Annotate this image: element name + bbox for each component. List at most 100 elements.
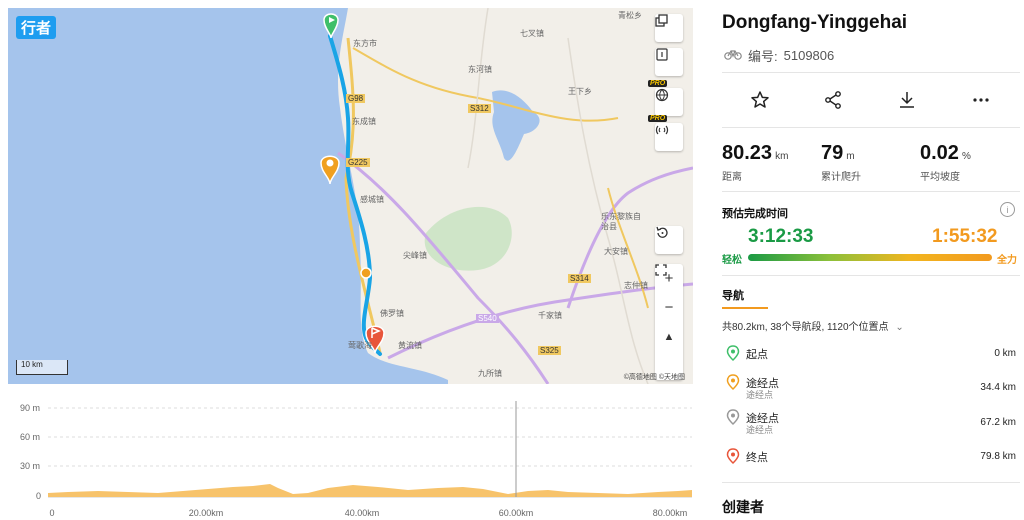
waypoint-sub: 途经点	[746, 390, 774, 400]
star-icon[interactable]	[748, 89, 772, 111]
divider	[722, 482, 1020, 483]
place-label: 佛罗镇	[380, 309, 404, 318]
signal-icon[interactable]	[655, 123, 683, 151]
layers-icon[interactable]	[655, 14, 683, 42]
route-detail-panel: Dongfang-Yinggehai 编号: 5109806 80.23 km 距…	[722, 0, 1024, 520]
full-time: 1:55:32	[932, 226, 998, 247]
nav-tab-indicator	[722, 307, 768, 309]
place-label: 王下乡	[568, 87, 592, 96]
place-label: 千家镇	[538, 311, 562, 320]
full-label: 全力	[997, 255, 1017, 266]
x-axis-label: 20.00km	[188, 508, 224, 518]
stat-grade: 0.02% 平均坡度	[920, 142, 971, 183]
end-pin-icon	[726, 448, 740, 465]
waypoint-row[interactable]: 途经点 途经点 67.2 km	[722, 409, 1020, 438]
info-icon[interactable]: i	[1000, 202, 1015, 217]
place-label: 乐东黎族自治县	[601, 212, 641, 231]
waypoint-row[interactable]: 起点 0 km	[722, 345, 1020, 374]
elevation-canvas	[48, 401, 692, 498]
waypoint-distance: 0 km	[994, 348, 1016, 359]
download-icon[interactable]	[895, 89, 919, 111]
place-label: 黄流镇	[398, 341, 422, 350]
place-label: 大安镇	[604, 247, 628, 256]
road-label: G98	[346, 94, 366, 103]
waypoint-distance: 79.8 km	[980, 451, 1016, 462]
nav-summary[interactable]: 共80.2km, 38个导航段, 1120个位置点 ⌄	[722, 318, 904, 333]
stat-climb: 79 m 累计爬升	[821, 142, 861, 183]
place-label: 感城镇	[360, 195, 384, 204]
road-label: G225	[346, 158, 370, 167]
creator-title: 创建者	[722, 499, 764, 515]
place-label: 莺歌海	[348, 341, 372, 350]
nav-title: 导航	[722, 290, 744, 302]
effort-gradient-bar	[748, 254, 992, 261]
pro-badge: PRO	[648, 115, 668, 122]
zoom-out-button[interactable]: −	[655, 293, 683, 322]
divider	[722, 191, 1020, 192]
route-id-label: 编号:	[748, 49, 778, 64]
stat-unit: km	[775, 151, 789, 162]
stat-distance: 80.23 km 距离	[722, 142, 788, 183]
place-label: 东成镇	[352, 117, 376, 126]
x-axis-label: 80.00km	[652, 508, 688, 518]
waypoint-row[interactable]: 终点 79.8 km	[722, 448, 1020, 477]
waypoint-pin-icon	[726, 374, 740, 391]
waypoint-distance: 67.2 km	[980, 417, 1016, 428]
road-label: S314	[568, 274, 591, 283]
waypoint-name: 起点	[746, 349, 768, 361]
x-axis-label: 60.00km	[498, 508, 534, 518]
stat-value: 0.02	[920, 142, 959, 164]
y-axis-label: 0	[36, 491, 42, 501]
stat-value: 80.23	[722, 142, 773, 164]
bike-icon	[724, 48, 742, 63]
app-logo: 行者	[16, 16, 57, 39]
route-id-value: 5109806	[783, 48, 835, 63]
y-axis-label: 30 m	[20, 461, 41, 471]
zoom-controls: + − ▲	[655, 264, 683, 380]
road-label: S325	[538, 346, 561, 355]
place-label: 东河镇	[468, 65, 492, 74]
estimate-title: 预估完成时间	[722, 208, 788, 220]
waypoint-sub: 途经点	[746, 425, 774, 435]
road-label: S312	[468, 104, 491, 113]
stat-label: 累计爬升	[821, 172, 861, 183]
compass-icon[interactable]: ▲	[655, 322, 683, 351]
route-id: 编号: 5109806	[724, 46, 834, 65]
easy-label: 轻松	[722, 255, 742, 266]
waypoint-name: 终点	[746, 452, 768, 464]
action-bar	[722, 72, 1020, 128]
x-axis-label: 0	[49, 508, 55, 518]
start-pin-icon	[726, 345, 740, 362]
waypoint-pin-icon	[726, 409, 740, 426]
divider	[722, 275, 1020, 276]
map-attribution: ©高德地图 ©天地图	[623, 374, 685, 381]
stat-value: 79	[821, 142, 844, 164]
nav-summary-text: 共80.2km, 38个导航段, 1120个位置点	[722, 322, 889, 333]
waypoint-distance: 34.4 km	[980, 382, 1016, 393]
stat-label: 距离	[722, 172, 742, 183]
globe-icon[interactable]	[655, 88, 683, 116]
x-axis-label: 40.00km	[344, 508, 380, 518]
route-title: Dongfang-Yinggehai	[722, 12, 908, 33]
road-label: S540	[476, 314, 499, 323]
stat-unit: m	[846, 151, 855, 162]
map-scale: 10 km	[16, 360, 68, 375]
place-label: 九所镇	[478, 369, 502, 378]
place-label: 东方市	[353, 39, 377, 48]
pro-badge: PRO	[648, 80, 668, 87]
stat-unit: %	[961, 151, 971, 162]
share-icon[interactable]	[821, 89, 845, 111]
more-icon[interactable]	[969, 89, 993, 111]
reset-icon[interactable]	[655, 226, 683, 254]
place-label: 七叉镇	[520, 29, 544, 38]
y-axis-label: 90 m	[20, 403, 41, 413]
book-icon[interactable]	[655, 48, 683, 76]
elevation-chart[interactable]: 90 m 60 m 30 m 0 0 20.00km 40.00km 60.00…	[8, 395, 693, 520]
place-label: 尖峰镇	[403, 251, 427, 260]
route-map[interactable]: 行者 东方市 七叉镇 东河镇 王下乡 东成镇 感城镇 尖峰镇 佛罗镇 黄流镇 乐…	[8, 8, 693, 384]
place-label: 青松乡	[618, 11, 642, 20]
waypoint-row[interactable]: 途经点 途经点 34.4 km	[722, 374, 1020, 403]
map-canvas	[8, 8, 693, 384]
stat-label: 平均坡度	[920, 172, 960, 183]
chevron-down-icon: ⌄	[895, 322, 904, 333]
